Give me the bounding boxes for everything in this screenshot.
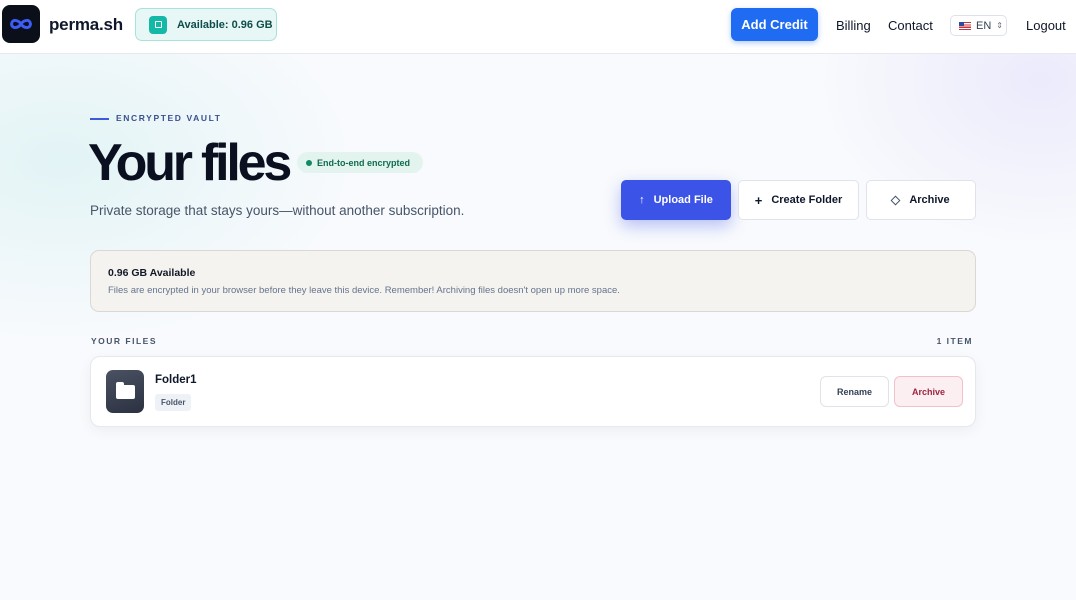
eyebrow-label: ENCRYPTED VAULT	[116, 113, 222, 123]
page-subtitle: Private storage that stays yours—without…	[90, 203, 465, 218]
logo[interactable]	[2, 5, 40, 43]
upload-file-label: Upload File	[653, 194, 713, 206]
list-item[interactable]: Folder1 Folder Rename Archive	[90, 356, 976, 427]
storage-info-text: Files are encrypted in your browser befo…	[108, 285, 620, 296]
eyebrow-divider	[90, 118, 109, 120]
page-title: Your files	[88, 134, 292, 192]
create-folder-button[interactable]: + Create Folder	[738, 180, 859, 220]
brand-name[interactable]: perma.sh	[49, 15, 123, 35]
archive-label: Archive	[909, 194, 950, 206]
language-selector[interactable]: EN ⇕	[950, 15, 1007, 36]
chevron-updown-icon: ⇕	[996, 20, 1003, 30]
availability-text: Available: 0.96 GB	[177, 18, 273, 31]
rename-button[interactable]: Rename	[820, 376, 889, 407]
file-type-badge: Folder	[155, 394, 192, 411]
storage-info-title: 0.96 GB Available	[108, 267, 196, 279]
files-section-label: YOUR FILES	[91, 336, 158, 346]
archive-item-button[interactable]: Archive	[894, 376, 963, 407]
files-item-count: 1 ITEM	[936, 336, 973, 346]
logout-link[interactable]: Logout	[1026, 18, 1066, 33]
availability-badge: Available: 0.96 GB	[135, 8, 277, 41]
folder-icon	[106, 370, 144, 413]
us-flag-icon	[959, 21, 971, 30]
storage-info-box: 0.96 GB Available Files are encrypted in…	[90, 250, 976, 312]
nav-contact[interactable]: Contact	[888, 18, 933, 33]
upload-file-button[interactable]: ↑ Upload File	[621, 180, 731, 220]
encryption-badge-text: End-to-end encrypted	[317, 157, 411, 168]
diamond-icon	[890, 195, 901, 205]
encryption-badge: End-to-end encrypted	[297, 152, 423, 173]
archive-button[interactable]: Archive	[866, 180, 976, 220]
file-name[interactable]: Folder1	[155, 374, 197, 386]
status-dot-icon	[306, 159, 312, 166]
arrow-up-icon: ↑	[639, 193, 645, 206]
nav-billing[interactable]: Billing	[836, 18, 871, 33]
infinity-icon	[10, 18, 32, 30]
language-code: EN	[976, 19, 992, 32]
top-navbar: perma.sh Available: 0.96 GB Add Credit B…	[0, 0, 1076, 54]
plus-icon: +	[754, 192, 763, 208]
add-credit-button[interactable]: Add Credit	[731, 8, 818, 41]
storage-icon	[149, 15, 167, 34]
create-folder-label: Create Folder	[771, 194, 843, 206]
